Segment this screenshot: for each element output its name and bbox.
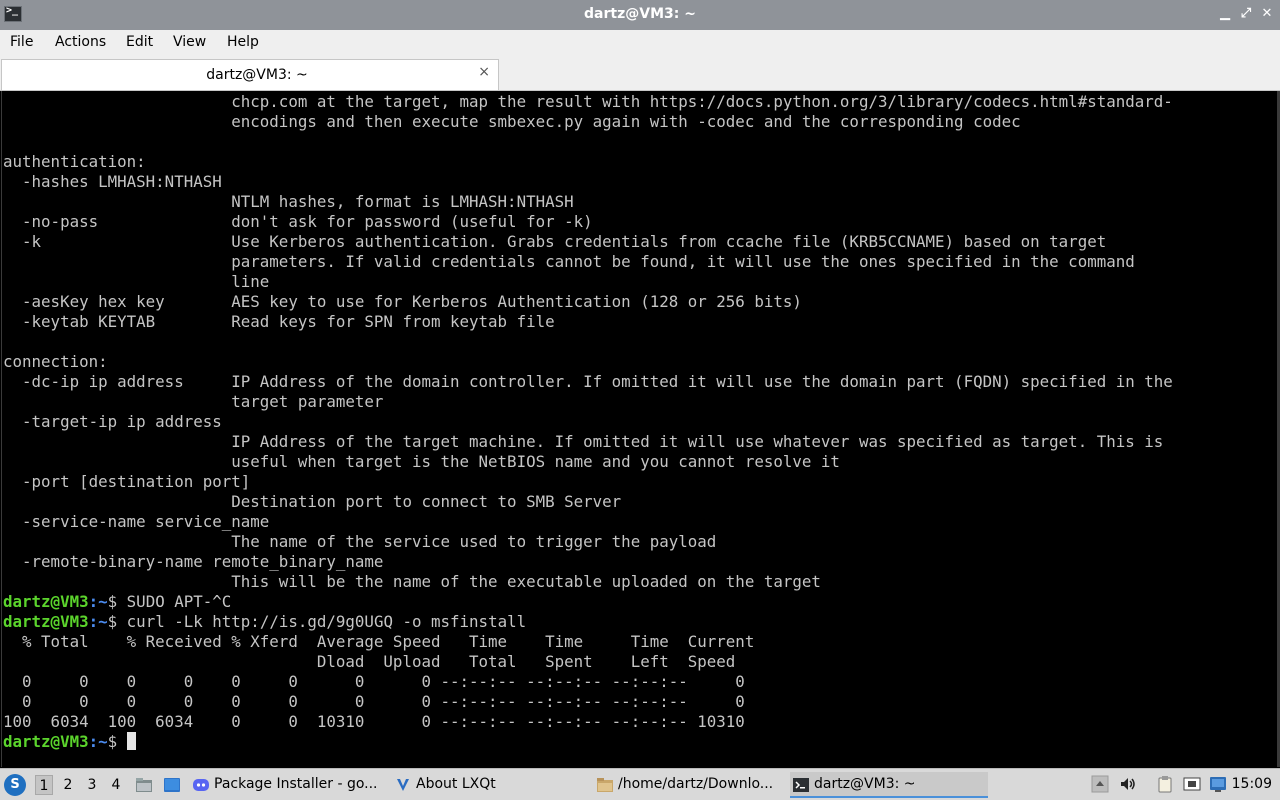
task-about-lxqt[interactable]: About LXQt — [392, 772, 588, 798]
menubar: File Actions Edit View Help — [0, 30, 1280, 56]
terminal-line: line — [3, 272, 270, 291]
menu-view[interactable]: View — [173, 34, 206, 50]
terminal-line: The name of the service used to trigger … — [3, 532, 717, 551]
terminal-line: authentication: — [3, 152, 146, 171]
window-titlebar: dartz@VM3: ~ ▁ ⤢ ✕ — [0, 0, 1280, 30]
terminal-line: -hashes LMHASH:NTHASH — [3, 172, 222, 191]
lxqt-icon — [397, 779, 409, 791]
tray-arrow-icon[interactable] — [1091, 775, 1109, 793]
terminal-line: connection: — [3, 352, 108, 371]
minimize-button[interactable]: ▁ — [1217, 6, 1233, 22]
desktop-switch-1[interactable]: 1 — [35, 775, 53, 795]
task-label: dartz@VM3: ~ — [814, 776, 916, 792]
curl-output-line: % Total % Received % Xferd Average Speed… — [3, 632, 755, 651]
taskbar: S 1 2 3 4 Package Installer - go... Abou… — [0, 768, 1280, 800]
desktop-switch-3[interactable]: 3 — [83, 775, 101, 795]
terminal-active-prompt[interactable]: dartz@VM3:~$ — [3, 732, 1173, 752]
maximize-button[interactable]: ⤢ — [1238, 6, 1254, 22]
text-cursor — [126, 732, 136, 750]
terminal-line: -remote-binary-name remote_binary_name — [3, 552, 384, 571]
prompt-path: :~ — [88, 612, 108, 631]
curl-output-line: 0 0 0 0 0 0 0 0 --:--:-- --:--:-- --:--:… — [3, 672, 745, 691]
terminal-line: -service-name service_name — [3, 512, 270, 531]
prompt-path: :~ — [88, 592, 108, 611]
terminal-line: -target-ip ip address — [3, 412, 222, 431]
menu-actions[interactable]: Actions — [55, 34, 106, 50]
terminal-line: parameters. If valid credentials cannot … — [3, 252, 1135, 271]
file-manager-launcher-icon[interactable] — [134, 775, 154, 795]
prompt-symbol: $ — [107, 732, 127, 751]
menu-help[interactable]: Help — [227, 34, 259, 50]
menu-file[interactable]: File — [10, 34, 33, 50]
close-button[interactable]: ✕ — [1259, 6, 1275, 22]
prompt-user: dartz@VM3 — [3, 592, 89, 611]
task-package-installer[interactable]: Package Installer - go... — [190, 772, 386, 798]
curl-output-line: 100 6034 100 6034 0 0 10310 0 --:--:-- -… — [3, 712, 745, 731]
terminal-line: target parameter — [3, 392, 384, 411]
terminal-line: Destination port to connect to SMB Serve… — [3, 492, 622, 511]
folder-icon — [597, 778, 613, 792]
task-terminal[interactable]: dartz@VM3: ~ — [790, 772, 988, 798]
menu-edit[interactable]: Edit — [126, 34, 153, 50]
tab-bar: dartz@VM3: ~ × — [0, 56, 1280, 91]
terminal-line: This will be the name of the executable … — [3, 572, 821, 591]
clock[interactable]: 15:09 — [1232, 776, 1272, 792]
terminal-line: encodings and then execute smbexec.py ag… — [3, 112, 1021, 131]
prompt-symbol: $ — [107, 612, 127, 631]
curl-output-line: 0 0 0 0 0 0 0 0 --:--:-- --:--:-- --:--:… — [3, 692, 745, 711]
terminal-prompt-line: dartz@VM3:~$ SUDO APT-^C — [3, 592, 1173, 612]
network-icon[interactable] — [1183, 775, 1201, 793]
curl-output-line: Dload Upload Total Spent Left Speed — [3, 652, 736, 671]
terminal-line: chcp.com at the target, map the result w… — [3, 92, 1173, 111]
prompt-path: :~ — [88, 732, 108, 751]
terminal-line: -port [destination port] — [3, 472, 251, 491]
show-desktop-icon[interactable] — [162, 775, 182, 795]
terminal-line: IP Address of the target machine. If omi… — [3, 432, 1164, 451]
terminal-prompt-line: dartz@VM3:~$ curl -Lk http://is.gd/9g0UG… — [3, 612, 1173, 632]
terminal-view[interactable]: chcp.com at the target, map the result w… — [1, 91, 1280, 767]
discord-icon — [193, 779, 209, 791]
update-notifier-icon[interactable] — [1209, 775, 1227, 793]
desktop-switch-2[interactable]: 2 — [59, 775, 77, 795]
command-text: curl -Lk http://is.gd/9g0UGQ -o msfinsta… — [126, 612, 527, 631]
task-file-manager[interactable]: /home/dartz/Downlo... — [594, 772, 784, 798]
desktop-switch-4[interactable]: 4 — [107, 775, 125, 795]
tab-label: dartz@VM3: ~ — [206, 67, 308, 83]
command-text: SUDO APT-^C — [126, 592, 232, 611]
terminal-line: useful when target is the NetBIOS name a… — [3, 452, 840, 471]
terminal-icon — [793, 778, 809, 792]
window-title: dartz@VM3: ~ — [584, 6, 696, 22]
start-menu-icon[interactable]: S — [4, 774, 26, 796]
terminal-line: -keytab KEYTAB Read keys for SPN from ke… — [3, 312, 555, 331]
terminal-line: NTLM hashes, format is LMHASH:NTHASH — [3, 192, 574, 211]
tab-close-icon[interactable]: × — [478, 64, 490, 80]
tab-terminal[interactable]: dartz@VM3: ~ × — [1, 59, 499, 90]
terminal-line: -aesKey hex key AES key to use for Kerbe… — [3, 292, 802, 311]
task-label: About LXQt — [416, 776, 496, 792]
prompt-user: dartz@VM3 — [3, 612, 89, 631]
prompt-symbol: $ — [107, 592, 127, 611]
volume-icon[interactable] — [1119, 775, 1137, 793]
terminal-scrollbar[interactable] — [1277, 91, 1279, 767]
terminal-line: -k Use Kerberos authentication. Grabs cr… — [3, 232, 1107, 251]
terminal-line: -no-pass don't ask for password (useful … — [3, 212, 593, 231]
terminal-line: -dc-ip ip address IP Address of the doma… — [3, 372, 1173, 391]
terminal-output: chcp.com at the target, map the result w… — [3, 92, 1173, 752]
prompt-user: dartz@VM3 — [3, 732, 89, 751]
task-label: /home/dartz/Downlo... — [618, 776, 774, 792]
task-label: Package Installer - go... — [214, 776, 378, 792]
clipboard-icon[interactable] — [1156, 775, 1174, 793]
